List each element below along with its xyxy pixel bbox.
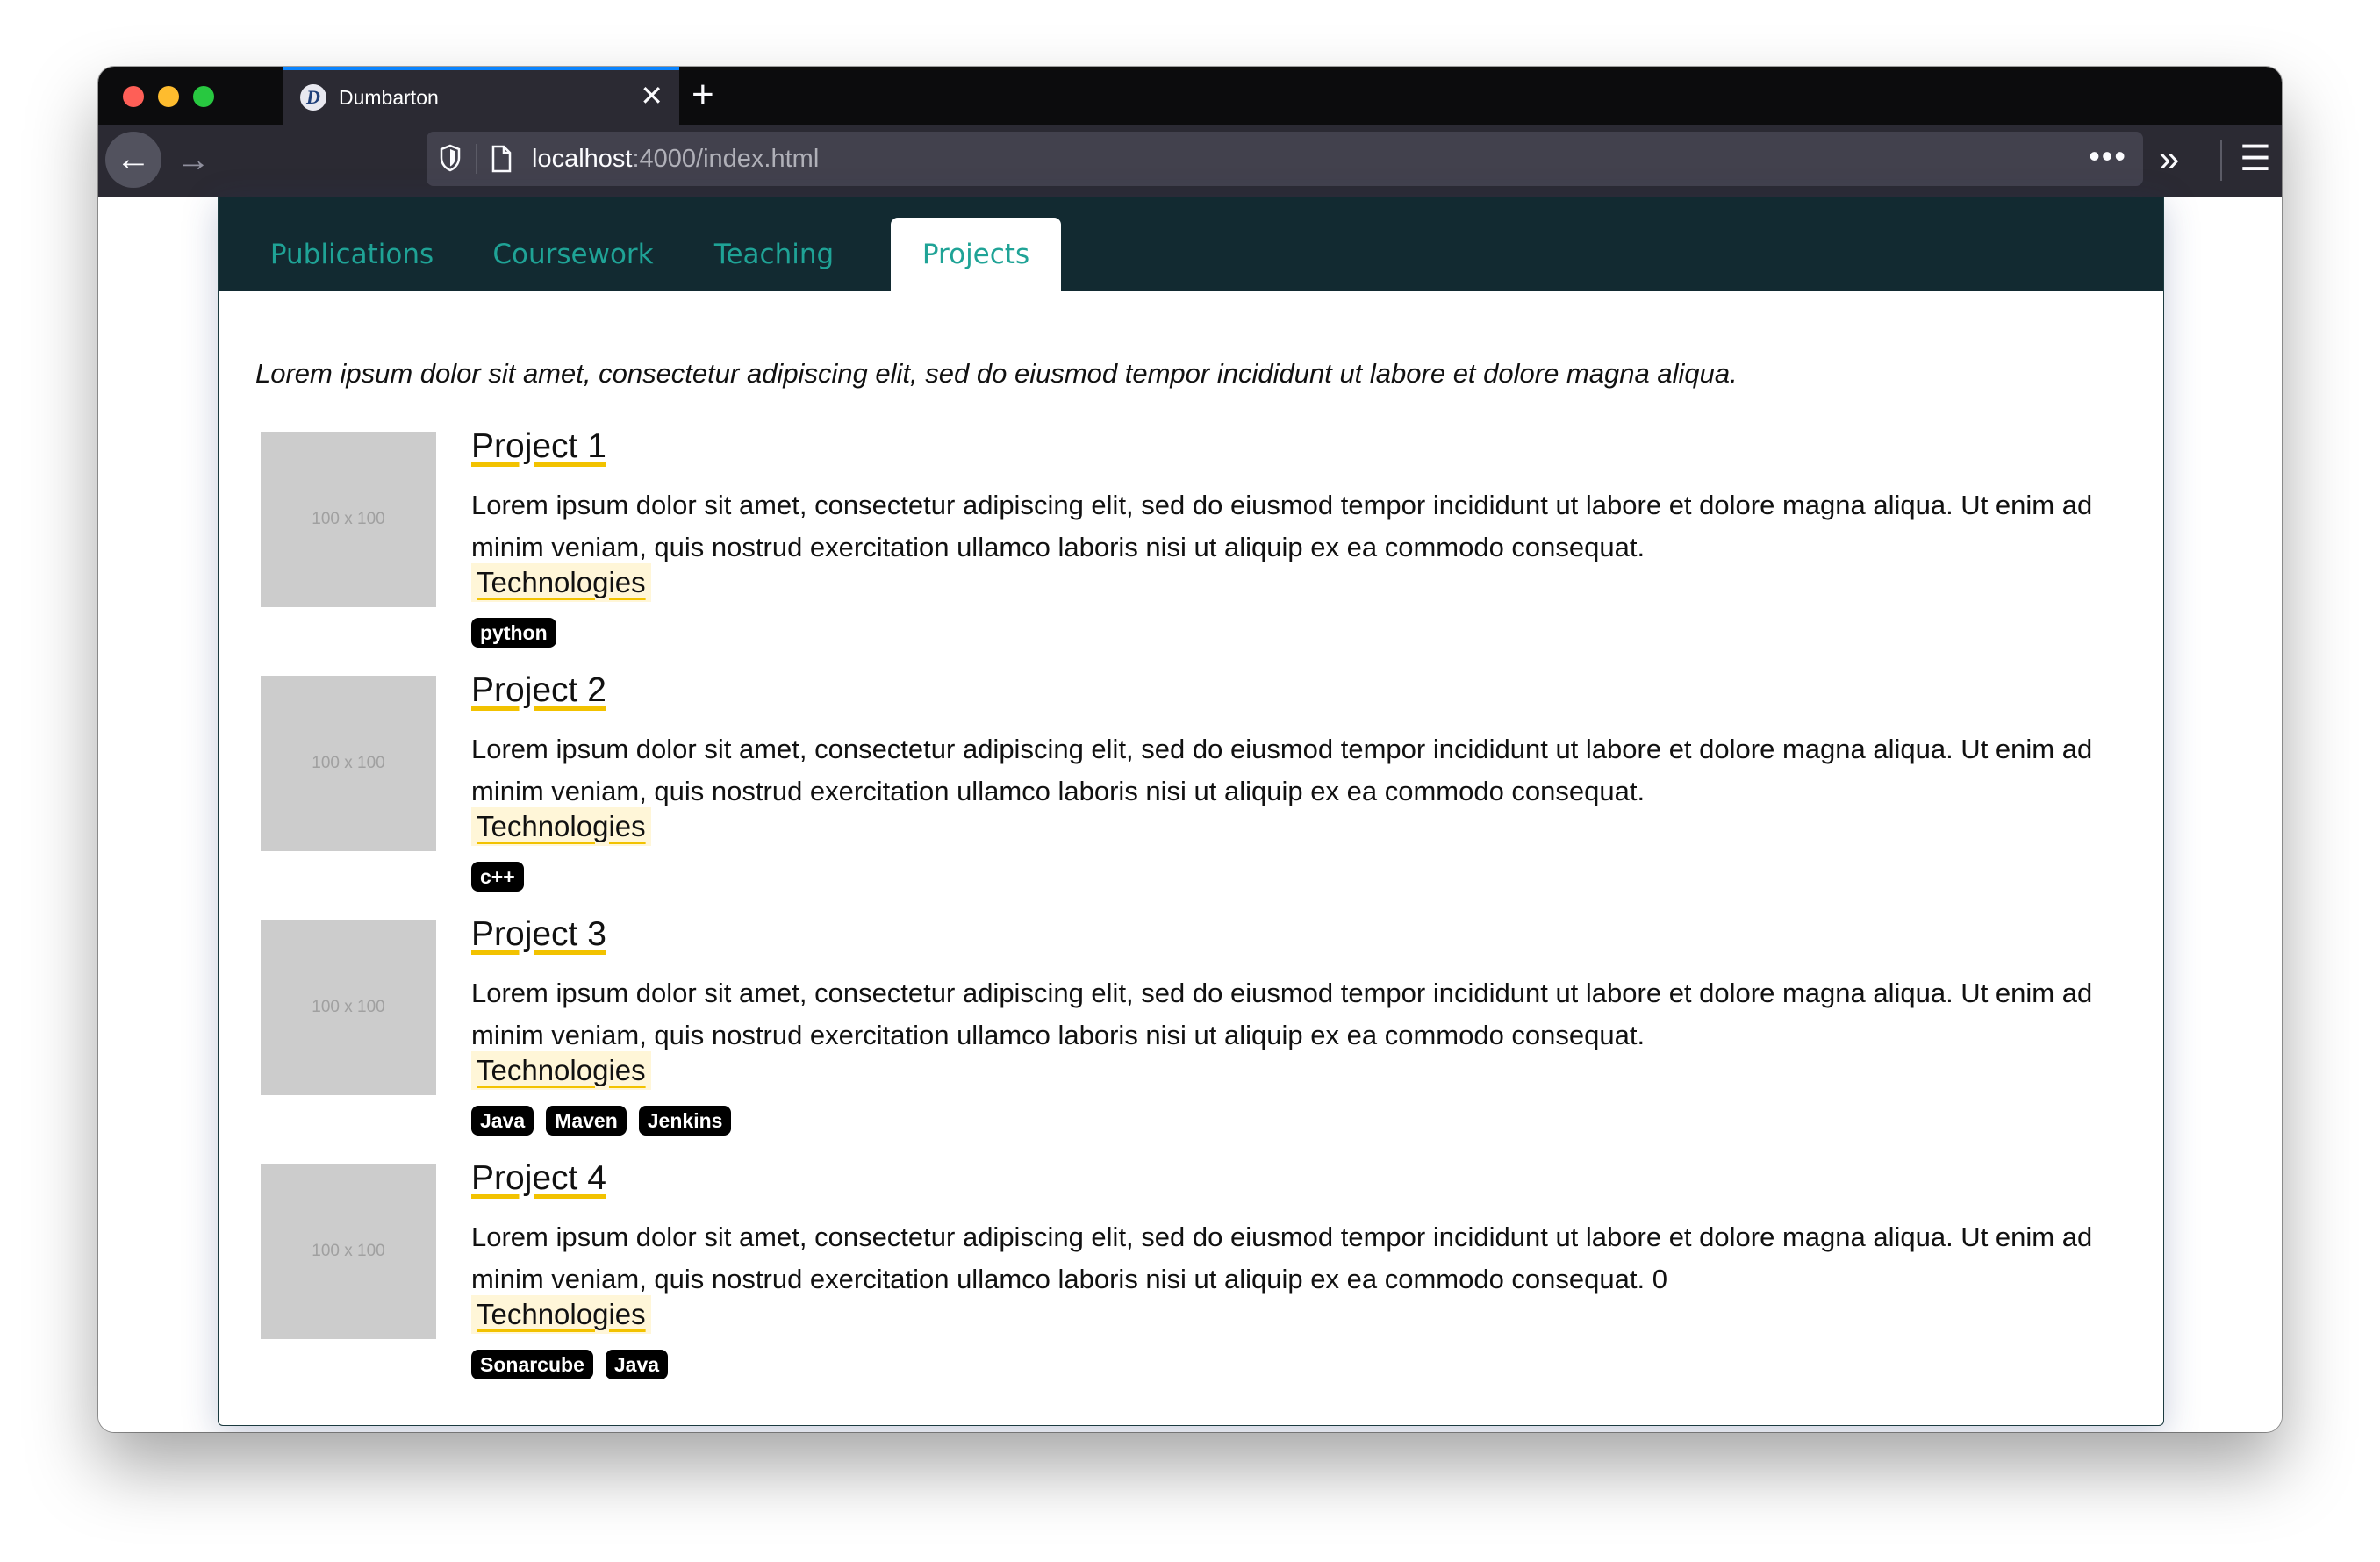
project-item: 100 x 100 Project 1 Lorem ipsum dolor si… [261, 427, 2139, 669]
tab-publications[interactable]: Publications [247, 218, 457, 291]
hamburger-menu-icon[interactable]: ☰ [2240, 135, 2271, 183]
tag-list: Java Maven Jenkins [471, 1106, 743, 1137]
page-info-icon[interactable] [490, 144, 513, 174]
title-bar: D Dumbarton ✕ + [98, 67, 2282, 125]
toolbar-divider [2220, 140, 2222, 181]
new-tab-icon[interactable]: + [692, 72, 714, 118]
site-favicon-icon: D [300, 84, 326, 111]
project-description: Lorem ipsum dolor sit amet, consectetur … [471, 1222, 2093, 1294]
close-window-button[interactable] [123, 86, 144, 107]
page-viewport: Publications Coursework Teaching Project… [98, 197, 2282, 1432]
tech-tag: Jenkins [638, 1106, 732, 1136]
url-path: :4000/index.html [632, 145, 820, 173]
projects-card: Publications Coursework Teaching Project… [218, 197, 2164, 1426]
tracking-shield-icon[interactable] [439, 142, 462, 174]
project-thumbnail: 100 x 100 [261, 1164, 436, 1339]
browser-window: D Dumbarton ✕ + ← → localhost:4000/index… [98, 67, 2282, 1432]
tech-tag: Java [605, 1350, 669, 1379]
project-thumbnail: 100 x 100 [261, 920, 436, 1095]
project-item: 100 x 100 Project 3 Lorem ipsum dolor si… [261, 915, 2139, 1157]
address-divider [476, 144, 477, 174]
address-bar[interactable]: localhost:4000/index.html ••• [427, 132, 2143, 186]
project-item: 100 x 100 Project 4 Lorem ipsum dolor si… [261, 1159, 2139, 1401]
technologies-link[interactable]: Technologies [471, 1051, 651, 1090]
browser-tab[interactable]: D Dumbarton ✕ [283, 67, 679, 125]
browser-toolbar: ← → localhost:4000/index.html ••• » ☰ [98, 125, 2282, 197]
tech-tag: c++ [471, 862, 524, 892]
url-host: localhost [532, 145, 633, 173]
technologies-link[interactable]: Technologies [471, 1295, 651, 1334]
minimize-window-button[interactable] [158, 86, 179, 107]
tab-coursework[interactable]: Coursework [477, 218, 670, 291]
close-tab-icon[interactable]: ✕ [640, 81, 663, 111]
technologies-link[interactable]: Technologies [471, 807, 651, 846]
forward-arrow-icon[interactable]: → [176, 135, 211, 184]
url-text: localhost:4000/index.html [532, 142, 819, 176]
tag-list: Sonarcube Java [471, 1350, 680, 1381]
tech-tag: Java [471, 1106, 534, 1136]
section-nav: Publications Coursework Teaching Project… [219, 197, 2163, 291]
technologies-link[interactable]: Technologies [471, 563, 651, 602]
page-actions-icon[interactable]: ••• [2089, 139, 2127, 174]
project-thumbnail: 100 x 100 [261, 676, 436, 851]
overflow-chevron-icon[interactable]: » [2159, 137, 2179, 181]
back-arrow-icon[interactable]: ← [105, 132, 161, 188]
tech-tag: Maven [546, 1106, 627, 1136]
zoom-window-button[interactable] [193, 86, 214, 107]
project-title-link[interactable]: Project 3 [471, 913, 606, 957]
tab-projects[interactable]: Projects [891, 218, 1061, 291]
project-title-link[interactable]: Project 1 [471, 425, 606, 469]
project-title-link[interactable]: Project 2 [471, 669, 606, 713]
project-description: Lorem ipsum dolor sit amet, consectetur … [471, 978, 2093, 1050]
project-thumbnail: 100 x 100 [261, 432, 436, 607]
tag-list: c++ [471, 862, 536, 893]
intro-text: Lorem ipsum dolor sit amet, consectetur … [255, 358, 1738, 389]
tab-teaching[interactable]: Teaching [687, 218, 861, 291]
tech-tag: python [471, 618, 556, 648]
project-title-link[interactable]: Project 4 [471, 1157, 606, 1200]
tab-title: Dumbarton [339, 86, 439, 109]
project-description: Lorem ipsum dolor sit amet, consectetur … [471, 490, 2093, 562]
project-item: 100 x 100 Project 2 Lorem ipsum dolor si… [261, 671, 2139, 913]
tag-list: python [471, 618, 569, 649]
tech-tag: Sonarcube [471, 1350, 593, 1379]
project-description: Lorem ipsum dolor sit amet, consectetur … [471, 734, 2093, 806]
